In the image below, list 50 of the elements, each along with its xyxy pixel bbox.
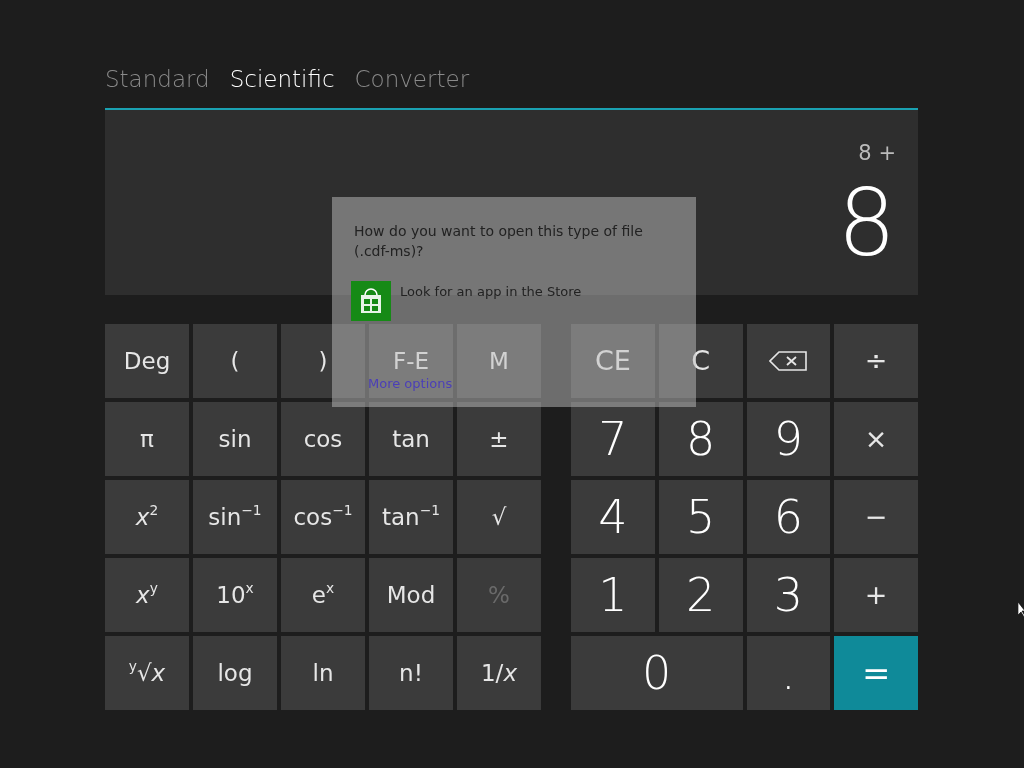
calculator-key[interactable]: + xyxy=(834,558,918,632)
store-bag-icon xyxy=(351,281,391,321)
expression-text: 8 + xyxy=(858,140,896,167)
calculator-key[interactable]: C xyxy=(658,324,743,398)
calculator-key[interactable]: Deg xyxy=(105,324,189,398)
calculator-key[interactable]: 4 xyxy=(571,480,655,554)
backspace-key[interactable] xyxy=(746,324,831,398)
calculator-key[interactable]: x$^{y}$ xyxy=(105,558,189,632)
cursor-icon xyxy=(1018,602,1024,618)
calculator-key[interactable]: 7 xyxy=(571,402,655,476)
calculator-key[interactable]: . xyxy=(746,636,831,710)
calculator-key[interactable]: 9 xyxy=(746,402,831,476)
calculator-key[interactable]: 8 xyxy=(658,402,743,476)
calculator-key[interactable]: tan$^{−1}$ xyxy=(369,480,453,554)
calculator-key[interactable]: ln xyxy=(281,636,365,710)
calculator-key[interactable]: 10$^{x}$ xyxy=(193,558,277,632)
calculator-key[interactable]: ) xyxy=(281,324,365,398)
calculator-key[interactable]: Mod xyxy=(369,558,453,632)
calculator-key[interactable]: 6 xyxy=(746,480,831,554)
calculator-key[interactable]: cos xyxy=(281,402,365,476)
calculator-key[interactable]: 5 xyxy=(658,480,743,554)
calculator-key[interactable]: log xyxy=(193,636,277,710)
backspace-icon xyxy=(769,351,808,371)
calculator-key[interactable]: − xyxy=(834,480,918,554)
calculator-key[interactable]: ÷ xyxy=(834,324,918,398)
calculator-key[interactable]: sin$^{−1}$ xyxy=(193,480,277,554)
calculator-key[interactable]: 1 xyxy=(571,558,655,632)
calculator-key[interactable]: √ xyxy=(457,480,541,554)
calculator-key[interactable]: × xyxy=(834,402,918,476)
store-link[interactable]: Look for an app in the Store xyxy=(400,282,582,302)
mode-tab[interactable]: Standard xyxy=(105,61,210,97)
calculator-key[interactable]: 1/x xyxy=(457,636,541,710)
equals-key[interactable]: = xyxy=(834,636,918,710)
calculator-key[interactable]: x$^{2}$ xyxy=(105,480,189,554)
calculator-key[interactable]: n! xyxy=(369,636,453,710)
calculator-key[interactable]: $^{y}$√x xyxy=(105,636,189,710)
mode-tab[interactable]: Scientific xyxy=(229,61,335,97)
calculator-key[interactable]: 2 xyxy=(658,558,743,632)
calculator-key[interactable]: π xyxy=(105,402,189,476)
calculator-key[interactable]: sin xyxy=(193,402,277,476)
calculator-key[interactable]: cos$^{−1}$ xyxy=(281,480,365,554)
calculator-key[interactable]: e$^{x}$ xyxy=(281,558,365,632)
calculator-key[interactable]: 3 xyxy=(746,558,831,632)
calculator-key[interactable]: tan xyxy=(369,402,453,476)
dialog-question: How do you want to open this type of file (.cdf-ms)? xyxy=(354,222,644,261)
calculator-key[interactable]: ± xyxy=(457,402,541,476)
result-value: 8 xyxy=(837,177,896,270)
calculator-key[interactable]: ( xyxy=(193,324,277,398)
mode-tab[interactable]: Converter xyxy=(354,61,470,97)
calculator-key[interactable]: 0 xyxy=(571,636,743,710)
